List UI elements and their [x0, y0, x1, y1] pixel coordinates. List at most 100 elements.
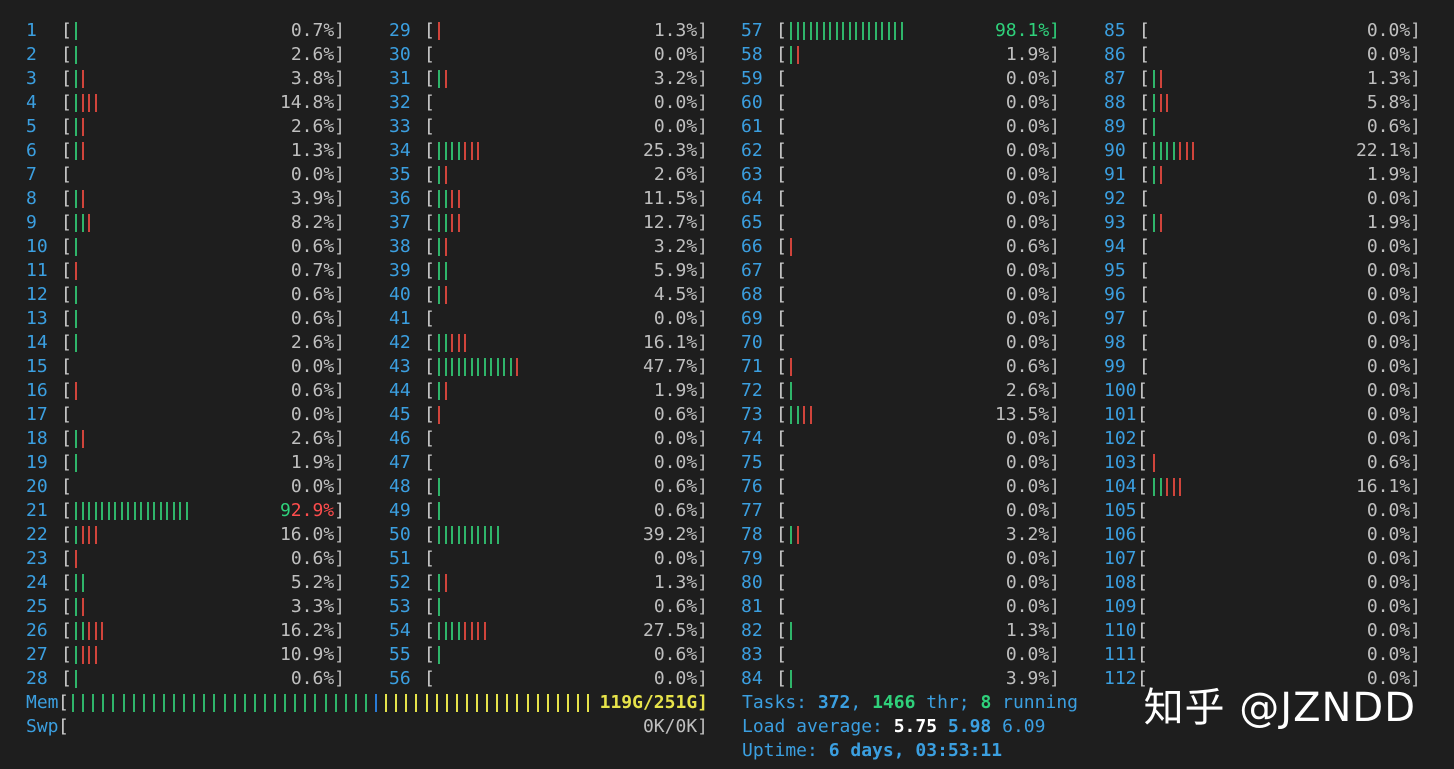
meter-left-bracket: [: [776, 68, 787, 89]
cpu-bar-segment-user: [444, 334, 447, 352]
meter-left-bracket: [: [1137, 428, 1148, 449]
cpu-meter-row: 34 [25.3%]: [389, 139, 708, 163]
cpu-meter-row: 90 [22.1%]: [1104, 139, 1421, 163]
cpu-bar-segment-user: [451, 622, 453, 640]
cpu-percent: 1.9%]: [1366, 164, 1421, 185]
cpu-bar-segment-kernel: [1185, 142, 1188, 160]
cpu-number: 82: [741, 620, 763, 641]
meter-left-bracket: [: [1137, 548, 1148, 569]
cpu-bar-segment-user: [809, 22, 812, 40]
meter-left-bracket: [: [424, 332, 435, 353]
cpu-number: 37: [389, 212, 411, 233]
cpu-bar-segment-user: [127, 502, 129, 520]
mem-bar-used: [284, 694, 287, 712]
cpu-percent: 0.0%]: [653, 548, 708, 569]
load-1: 5.75: [893, 716, 938, 737]
cpu-bar-segment-user: [438, 478, 440, 496]
cpu-bar-segment-user: [75, 214, 77, 232]
cpu-bar-segment-user: [444, 214, 447, 232]
cpu-percent: 25.3%]: [642, 140, 708, 161]
cpu-bar-segment-kernel: [1159, 70, 1162, 88]
mem-bar-cache: [556, 694, 559, 712]
cpu-meter-row: 19 [1.9%]: [26, 451, 345, 475]
cpu-percent: 1.3%]: [1366, 68, 1421, 89]
cpu-number: 85: [1104, 20, 1126, 41]
cpu-percent: 0.0%]: [1005, 428, 1060, 449]
cpu-bar-segment-user: [796, 22, 799, 40]
cpu-percent: 22.1%]: [1355, 140, 1421, 161]
cpu-bar-segment-user: [444, 622, 447, 640]
cpu-bar-segment-user: [1153, 142, 1155, 160]
cpu-meter-row: 80 [0.0%]: [741, 571, 1060, 595]
cpu-bar-segment-user: [75, 598, 77, 616]
cpu-number: 89: [1104, 116, 1126, 137]
cpu-bar-segment-user: [133, 502, 136, 520]
cpu-meter-row: 45 [0.6%]: [389, 403, 708, 427]
meter-left-bracket: [: [61, 212, 72, 233]
cpu-number: 102: [1104, 428, 1137, 449]
cpu-meter-row: 82 [1.3%]: [741, 619, 1060, 643]
cpu-bar-segment-kernel: [1166, 94, 1168, 112]
cpu-meter-row: 22 [16.0%]: [26, 523, 345, 547]
cpu-number: 28: [26, 668, 48, 689]
meter-left-bracket: [: [776, 404, 787, 425]
mem-bar-cache: [415, 694, 418, 712]
cpu-percent: 0.0%]: [1005, 92, 1060, 113]
cpu-bar-segment-kernel: [477, 622, 479, 640]
tasks-sep: ,: [850, 692, 873, 713]
cpu-percent: 27.5%]: [642, 620, 708, 641]
cpu-meter-row: 39 [5.9%]: [389, 259, 708, 283]
cpu-bar-segment-user: [438, 214, 440, 232]
threads-label: thr;: [915, 692, 981, 713]
cpu-meter-row: 111[0.0%]: [1104, 643, 1421, 667]
cpu-number: 96: [1104, 284, 1126, 305]
cpu-percent: 0.0%]: [1005, 116, 1060, 137]
cpu-bar-segment-user: [94, 502, 97, 520]
cpu-percent: 92.9%]: [280, 499, 345, 523]
cpu-meter-row: 10 [0.6%]: [26, 235, 345, 259]
mem-bar-cache: [546, 694, 549, 712]
mem-bar-cache: [506, 694, 509, 712]
cpu-meter-row: 66 [0.6%]: [741, 235, 1060, 259]
cpu-percent: 1.3%]: [1005, 620, 1060, 641]
cpu-number: 72: [741, 380, 763, 401]
meter-left-bracket: [: [1139, 188, 1150, 209]
mem-bar-used: [122, 694, 125, 712]
cpu-bar-segment-kernel: [81, 646, 84, 664]
mem-bar-used: [223, 694, 226, 712]
cpu-bar-segment-kernel: [94, 94, 97, 112]
cpu-percent: 0.0%]: [1005, 572, 1060, 593]
mem-bar-cache: [536, 694, 539, 712]
meter-left-bracket: [: [424, 620, 435, 641]
meter-left-bracket: [: [61, 596, 72, 617]
cpu-number: 39: [389, 260, 411, 281]
cpu-bar-segment-kernel: [796, 526, 799, 544]
meter-left-bracket: [: [1137, 620, 1148, 641]
cpu-bar-segment-user: [438, 622, 440, 640]
cpu-bar-segment-user: [75, 574, 77, 592]
cpu-bar-segment-user: [140, 502, 142, 520]
mem-bar-cache: [577, 694, 579, 712]
cpu-number: 110: [1104, 620, 1137, 641]
meter-left-bracket: [: [61, 20, 72, 41]
cpu-bar-segment-kernel: [457, 190, 460, 208]
cpu-percent: 5.8%]: [1366, 92, 1421, 113]
cpu-meter-row: 21 [92.9%]: [26, 499, 345, 523]
meter-left-bracket: [: [1137, 380, 1148, 401]
cpu-bar-segment-user: [874, 22, 877, 40]
cpu-bar-segment-kernel: [438, 406, 440, 424]
cpu-number: 98: [1104, 332, 1126, 353]
cpu-number: 51: [389, 548, 411, 569]
cpu-meter-row: 54 [27.5%]: [389, 619, 708, 643]
mem-bar-cache: [405, 694, 408, 712]
meter-left-bracket: [: [61, 116, 72, 137]
cpu-bar-segment-user: [444, 142, 447, 160]
cpu-number: 52: [389, 572, 411, 593]
mem-bar-used: [314, 694, 317, 712]
meter-left-bracket: [: [424, 356, 435, 377]
cpu-number: 43: [389, 356, 411, 377]
cpu-meter-row: 106[0.0%]: [1104, 523, 1421, 547]
cpu-number: 73: [741, 404, 763, 425]
cpu-meter-row: 2 [2.6%]: [26, 43, 345, 67]
meter-left-bracket: [: [1139, 92, 1150, 113]
